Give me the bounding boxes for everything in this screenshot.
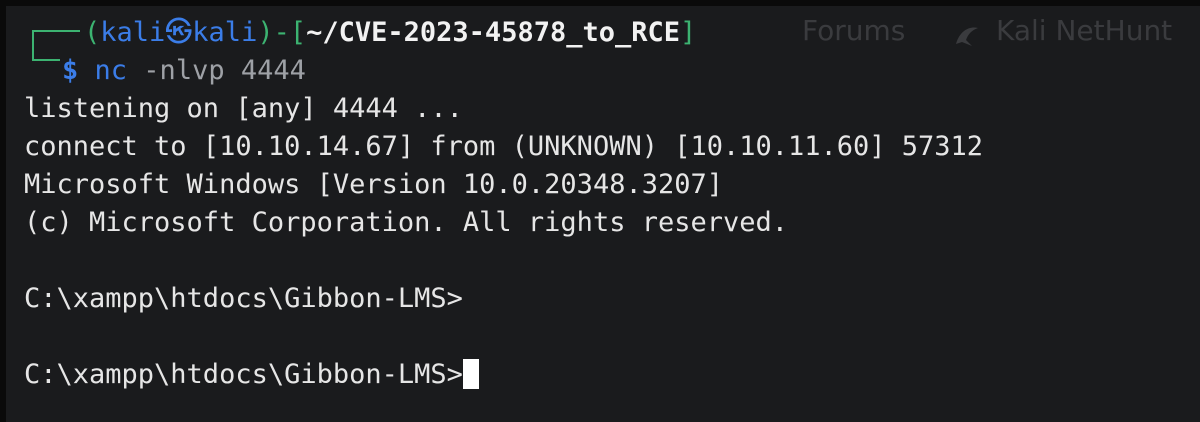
active-cmd-prompt: C:\xampp\htdocs\Gibbon-LMS> [24,359,463,390]
prompt-bracket-open: [ [289,17,307,48]
prompt-host: kali [192,17,258,48]
kali-dragon-icon [956,27,978,46]
background-nethunter-text: Kali NetHunt [996,14,1173,47]
window-edge-left [0,0,6,422]
prompt-dash: - [273,17,290,48]
active-cmd-prompt-line[interactable]: C:\xampp\htdocs\Gibbon-LMS> [24,359,479,391]
prompt-corner-top [32,30,80,32]
terminal-window[interactable]: Forums Kali NetHunt (kali㉿kali)-[~/CVE-2… [0,0,1200,422]
prompt-user: kali [100,17,166,48]
output-line-windows-version: Microsoft Windows [Version 10.0.20348.32… [24,169,723,200]
terminal-cursor[interactable] [462,359,479,389]
prompt-open-paren: ( [84,17,101,48]
prompt-bracket-close: ] [680,17,697,48]
prompt-at-symbol: ㉿ [165,17,193,48]
command-args: -nlvp 4444 [127,55,306,86]
output-line-cmd-prompt: C:\xampp\htdocs\Gibbon-LMS> [24,283,463,314]
background-forums-text: Forums [802,14,906,47]
prompt-corner-bottom [32,59,60,61]
prompt-cwd: ~/CVE-2023-45878_to_RCE [306,17,680,48]
output-line-copyright: (c) Microsoft Corporation. All rights re… [24,207,789,238]
output-line-listening: listening on [any] 4444 ... [24,93,463,124]
prompt-dollar: $ [62,55,79,86]
window-edge-top [0,0,1200,6]
prompt-corner-vertical [32,30,34,60]
command-line: $ nc -nlvp 4444 [62,55,306,87]
output-line-connect: connect to [10.10.14.67] from (UNKNOWN) … [24,131,984,162]
command-name: nc [94,55,128,86]
prompt-line: (kali㉿kali)-[~/CVE-2023-45878_to_RCE] [84,17,696,49]
prompt-close-paren: ) [257,17,274,48]
